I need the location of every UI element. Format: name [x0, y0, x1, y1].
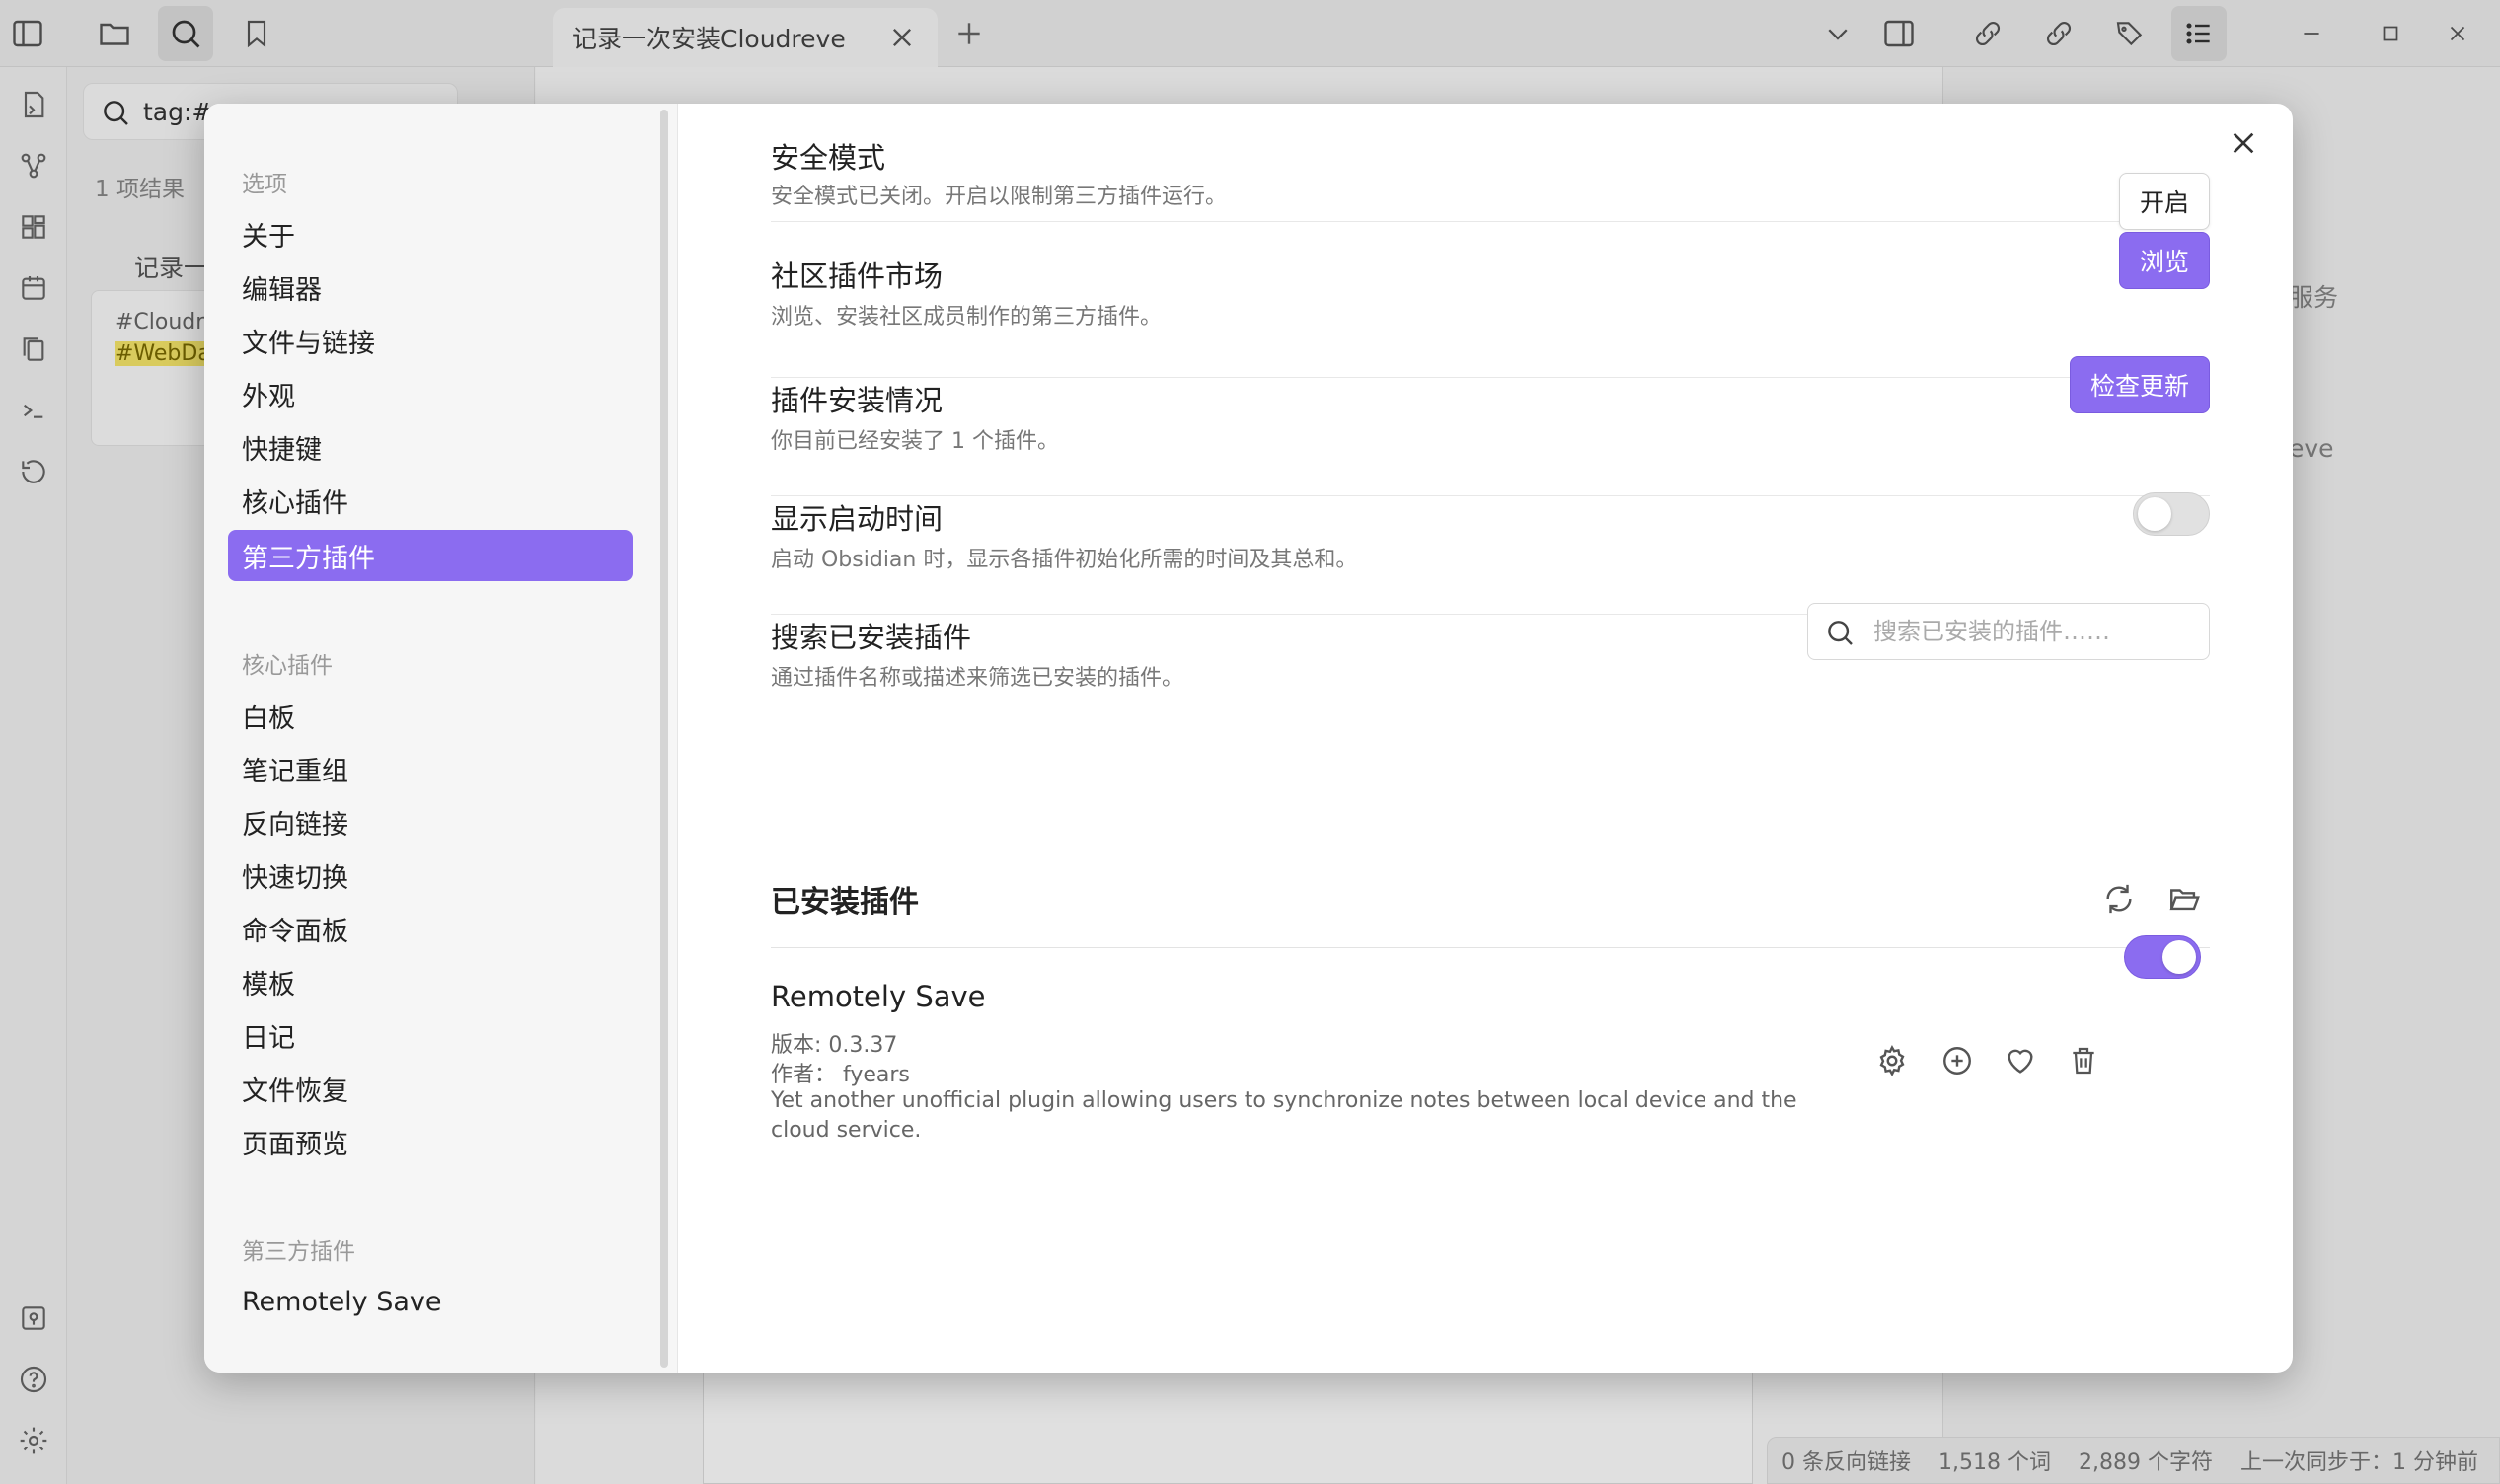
- search-icon: [1828, 621, 1853, 645]
- plugin-version: 版本: 0.3.37: [771, 1033, 898, 1058]
- setting-name: 插件安装情况: [771, 384, 944, 417]
- settings-modal: 选项 关于 编辑器 文件与链接 外观 快捷键 核心插件 第三方插件 核心插件 白…: [204, 104, 2293, 1373]
- setting-community-plugins: 社区插件市场 浏览、安装社区成员制作的第三方插件。 浏览: [771, 232, 2210, 378]
- nav-item-templates[interactable]: 模板: [228, 956, 633, 1007]
- close-icon[interactable]: [2222, 121, 2265, 165]
- nav-item-editor[interactable]: 编辑器: [228, 261, 633, 313]
- startup-time-toggle[interactable]: [2133, 492, 2210, 536]
- setting-desc: 浏览、安装社区成员制作的第三方插件。: [771, 305, 1163, 330]
- browse-button[interactable]: 浏览: [2118, 232, 2210, 289]
- setting-desc: 通过插件名称或描述来筛选已安装的插件。: [771, 666, 1184, 691]
- setting-desc: 启动 Obsidian 时，显示各插件初始化所需的时间及其总和。: [771, 548, 1358, 572]
- nav-scrollbar-thumb[interactable]: [660, 110, 668, 1368]
- nav-item-backlinks[interactable]: 反向链接: [228, 796, 633, 848]
- plugin-name: Remotely Save: [771, 980, 986, 1013]
- trash-icon[interactable]: [2060, 1037, 2107, 1084]
- plugin-description: Yet another unofficial plugin allowing u…: [771, 1088, 1797, 1143]
- nav-item-appearance[interactable]: 外观: [228, 368, 633, 419]
- setting-name: 安全模式: [771, 141, 886, 175]
- nav-item-quick-switcher[interactable]: 快速切换: [228, 850, 633, 901]
- setting-name: 显示启动时间: [771, 502, 944, 536]
- setting-startup-time: 显示启动时间 启动 Obsidian 时，显示各插件初始化所需的时间及其总和。: [771, 492, 2210, 615]
- nav-item-hotkeys[interactable]: 快捷键: [228, 421, 633, 473]
- nav-item-remotely-save[interactable]: Remotely Save: [228, 1276, 633, 1327]
- plugin-item: Remotely Save 版本: 0.3.37 作者： fyears Yet …: [771, 972, 2210, 1150]
- setting-name: 搜索已安装插件: [771, 621, 972, 654]
- nav-item-canvas[interactable]: 白板: [228, 690, 633, 741]
- nav-item-daily-notes[interactable]: 日记: [228, 1009, 633, 1061]
- plugin-search-box[interactable]: [1807, 603, 2210, 660]
- gear-icon[interactable]: [1868, 1037, 1916, 1084]
- folder-open-icon[interactable]: [2160, 875, 2208, 923]
- nav-scrollbar[interactable]: [658, 104, 670, 1373]
- nav-item-core-plugins[interactable]: 核心插件: [228, 475, 633, 526]
- setting-desc: 安全模式已关闭。开启以限制第三方插件运行。: [771, 185, 1228, 209]
- check-updates-button[interactable]: 检查更新: [2069, 356, 2210, 413]
- toggle-knob: [2162, 940, 2196, 974]
- setting-name: 社区插件市场: [771, 260, 944, 293]
- settings-content: 安全模式 安全模式已关闭。开启以限制第三方插件运行。 开启 社区插件市场 浏览、…: [771, 104, 2210, 1373]
- nav-item-about[interactable]: 关于: [228, 208, 633, 260]
- setting-installed-status: 插件安装情况 你目前已经安装了 1 个插件。 检查更新: [771, 356, 2210, 496]
- toggle-knob: [2138, 497, 2171, 531]
- nav-item-community-plugins[interactable]: 第三方插件: [228, 530, 633, 581]
- reload-icon[interactable]: [2095, 875, 2143, 923]
- heart-icon[interactable]: [1997, 1037, 2044, 1084]
- setting-desc: 你目前已经安装了 1 个插件。: [771, 429, 1059, 454]
- plugin-author: 作者： fyears: [771, 1063, 910, 1087]
- setting-safe-mode: 安全模式 安全模式已关闭。开启以限制第三方插件运行。 开启: [771, 104, 2210, 230]
- nav-section-core: 核心插件: [242, 653, 333, 679]
- settings-nav: 选项 关于 编辑器 文件与链接 外观 快捷键 核心插件 第三方插件 核心插件 白…: [204, 104, 678, 1373]
- installed-plugins-title: 已安装插件: [771, 885, 919, 920]
- installed-plugins-header: 已安装插件: [771, 834, 2210, 948]
- setting-search-installed: 搜索已安装插件 通过插件名称或描述来筛选已安装的插件。: [771, 603, 2210, 733]
- plus-circle-icon[interactable]: [1933, 1037, 1981, 1084]
- plugin-enable-toggle[interactable]: [2124, 935, 2201, 979]
- nav-item-files-links[interactable]: 文件与链接: [228, 315, 633, 366]
- plugin-search-input[interactable]: [1873, 618, 2189, 645]
- safe-mode-button[interactable]: 开启: [2118, 173, 2210, 230]
- nav-section-options: 选项: [242, 172, 287, 197]
- nav-item-command-palette[interactable]: 命令面板: [228, 903, 633, 954]
- nav-section-third: 第三方插件: [242, 1239, 355, 1265]
- nav-item-note-composer[interactable]: 笔记重组: [228, 743, 633, 794]
- nav-item-page-preview[interactable]: 页面预览: [228, 1116, 633, 1167]
- nav-item-file-recovery[interactable]: 文件恢复: [228, 1063, 633, 1114]
